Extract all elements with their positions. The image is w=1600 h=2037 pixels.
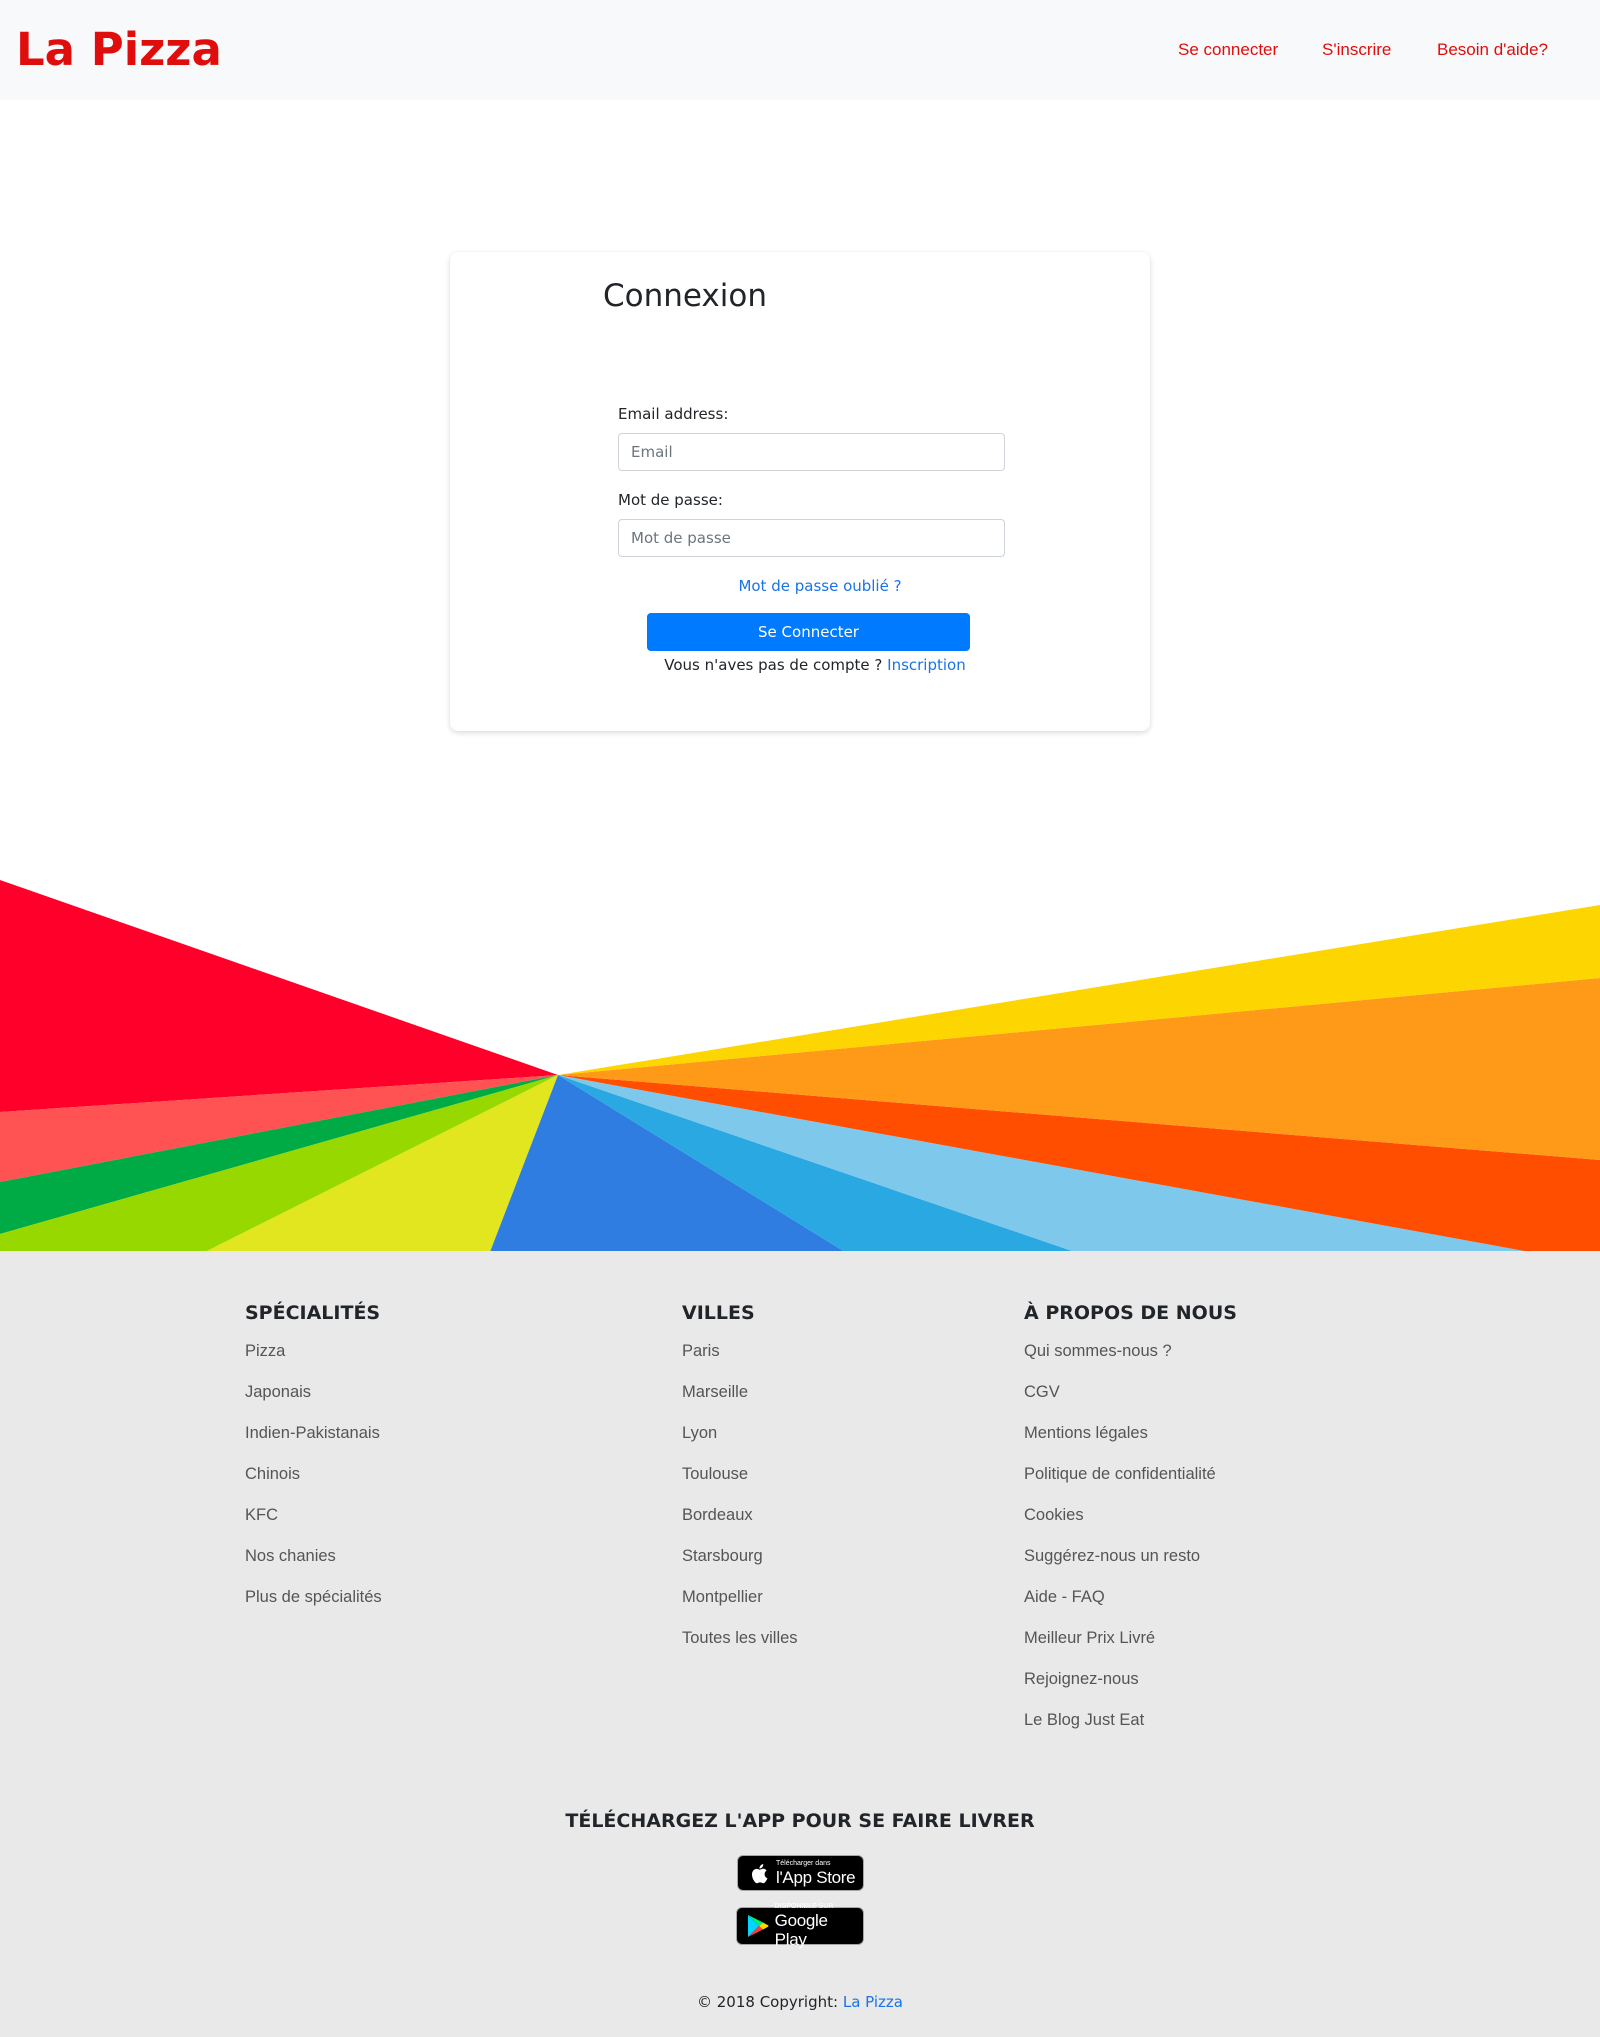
footer-list-item: CGV [1024,1380,1237,1421]
footer-list: Pizza Japonais Indien-Pakistanais Chinois KF… [245,1339,382,1626]
footer-link[interactable]: Qui sommes-nous ? [1024,1342,1172,1360]
footer-link[interactable]: Bordeaux [682,1506,753,1524]
footer-link[interactable]: Pizza [245,1342,285,1360]
footer-col-title: À PROPOS DE NOUS [1024,1302,1237,1324]
signup-link[interactable]: Inscription [887,656,966,674]
login-submit-button[interactable]: Se Connecter [647,613,970,651]
footer-list: Paris Marseille Lyon Toulouse Bordeaux Starsb… [682,1339,798,1667]
email-input[interactable] [618,433,1005,471]
google-play-icon [743,1914,773,1938]
footer-list-item: Cookies [1024,1503,1237,1544]
app-store-small-text: Télécharger dans [776,1859,831,1867]
footer-link[interactable]: Paris [682,1342,720,1360]
ray-segment [0,880,558,1112]
footer-link[interactable]: Lyon [682,1424,717,1442]
footer-col-apropos: À PROPOS DE NOUS Qui sommes-nous ? CGV Men… [1024,1301,1237,1749]
footer-link[interactable]: Politique de confidentialité [1024,1465,1216,1483]
footer-list-item: Indien-Pakistanais [245,1421,382,1462]
footer-list-item: Toulouse [682,1462,798,1503]
footer-link[interactable]: Le Blog Just Eat [1024,1711,1144,1729]
copyright-link[interactable]: La Pizza [843,1993,903,2011]
footer-list-item: Chinois [245,1462,382,1503]
footer-list-item: Suggérez-nous un resto [1024,1544,1237,1585]
footer-list: Qui sommes-nous ? CGV Mentions légales Poli… [1024,1339,1237,1749]
decorative-rays [0,880,1600,1252]
footer-link[interactable]: Indien-Pakistanais [245,1424,380,1442]
footer-link[interactable]: Plus de spécialités [245,1588,382,1606]
footer-list-item: Aide - FAQ [1024,1585,1237,1626]
apple-icon [744,1863,774,1884]
footer-link[interactable]: Toutes les villes [682,1629,798,1647]
footer-list-item: Toutes les villes [682,1626,798,1667]
footer-link[interactable]: Japonais [245,1383,311,1401]
footer-link[interactable]: Suggérez-nous un resto [1024,1547,1200,1565]
footer-list-item: Meilleur Prix Livré [1024,1626,1237,1667]
footer-list-item: Lyon [682,1421,798,1462]
footer-link[interactable]: Aide - FAQ [1024,1588,1105,1606]
email-label: Email address: [618,405,729,423]
footer-link[interactable]: KFC [245,1506,278,1524]
footer-link[interactable]: Toulouse [682,1465,748,1483]
password-label: Mot de passe: [618,491,723,509]
footer-col-title: SPÉCIALITÉS [245,1302,381,1324]
forgot-password-link[interactable]: Mot de passe oublié ? [450,576,1150,596]
app-store-badge[interactable]: Télécharger dans l'App Store [737,1855,864,1891]
footer-link[interactable]: Cookies [1024,1506,1084,1524]
footer: SPÉCIALITÉS Pizza Japonais Indien-Pakistan… [0,1251,1600,2037]
footer-col-villes: VILLES Paris Marseille Lyon Toulouse Bordeau… [682,1301,798,1667]
footer-list-item: Pizza [245,1339,382,1380]
footer-link[interactable]: Rejoignez-nous [1024,1670,1139,1688]
nav-help-link[interactable]: Besoin d'aide? [1437,40,1548,60]
nav-login-link[interactable]: Se connecter [1178,40,1278,60]
footer-col-title: VILLES [682,1302,755,1324]
footer-list-item: KFC [245,1503,382,1544]
copyright-text: © 2018 Copyright: [697,1993,839,2011]
footer-link[interactable]: CGV [1024,1383,1060,1401]
footer-list-item: Bordeaux [682,1503,798,1544]
footer-list-item: Politique de confidentialité [1024,1462,1237,1503]
google-play-small-text: DISPONIBLE SUR [774,1903,834,1910]
login-title: Connexion [603,278,768,314]
footer-link[interactable]: Starsbourg [682,1547,763,1565]
footer-link[interactable]: Mentions légales [1024,1424,1148,1442]
footer-list-item: Qui sommes-nous ? [1024,1339,1237,1380]
footer-list-item: Marseille [682,1380,798,1421]
signup-prompt: Vous n'aves pas de compte ? Inscription [450,655,1150,675]
footer-list-item: Paris [682,1339,798,1380]
signup-prompt-text: Vous n'aves pas de compte ? [664,656,883,674]
footer-list-item: Starsbourg [682,1544,798,1585]
footer-list-item: Mentions légales [1024,1421,1237,1462]
footer-col-specialites: SPÉCIALITÉS Pizza Japonais Indien-Pakistan… [245,1301,382,1626]
footer-link[interactable]: Chinois [245,1465,300,1483]
footer-list-item: Montpellier [682,1585,798,1626]
footer-list-item: Rejoignez-nous [1024,1667,1237,1708]
navbar: La Pizza Se connecter S'inscrire Besoin … [0,0,1600,100]
footer-list-item: Le Blog Just Eat [1024,1708,1237,1749]
copyright: © 2018 Copyright: La Pizza [0,1992,1600,2012]
footer-link[interactable]: Montpellier [682,1588,763,1606]
footer-list-item: Nos chanies [245,1544,382,1585]
app-store-big-text: l'App Store [776,1867,856,1887]
password-input[interactable] [618,519,1005,557]
footer-list-item: Japonais [245,1380,382,1421]
google-play-badge[interactable]: DISPONIBLE SUR Google Play [736,1903,864,1949]
app-download-title: TÉLÉCHARGEZ L'APP POUR SE FAIRE LIVRER [565,1810,1035,1832]
footer-link[interactable]: Marseille [682,1383,748,1401]
footer-link[interactable]: Nos chanies [245,1547,336,1565]
google-play-big-text: Google Play [774,1911,828,1949]
footer-list-item: Plus de spécialités [245,1585,382,1626]
brand-logo[interactable]: La Pizza [16,22,222,78]
footer-link[interactable]: Meilleur Prix Livré [1024,1629,1155,1647]
login-card: Connexion Email address: Mot de passe: M… [450,252,1150,731]
nav-signup-link[interactable]: S'inscrire [1322,40,1391,60]
